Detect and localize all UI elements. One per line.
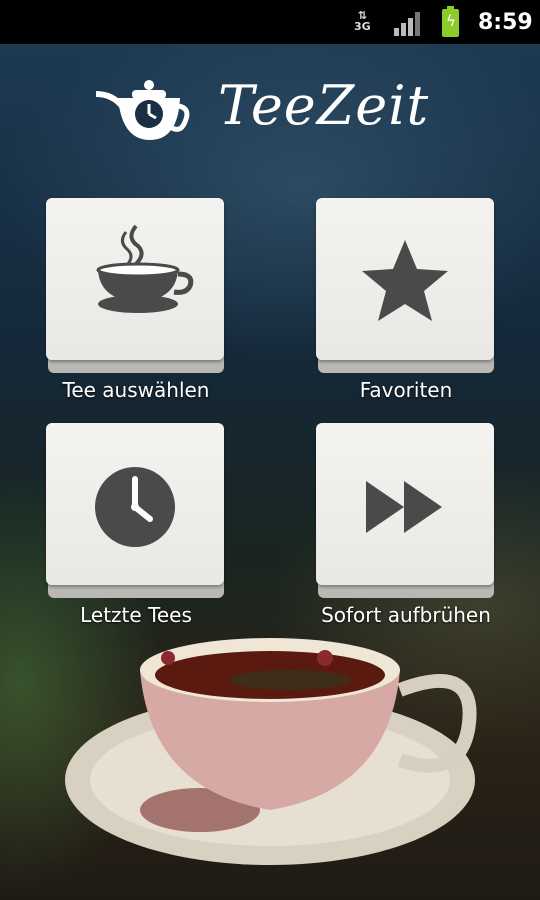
fast-forward-icon [366, 481, 442, 533]
recent-teas-button[interactable]: Letzte Tees [46, 423, 226, 627]
network-type: 3G [354, 20, 371, 33]
status-bar: ⇅ 3G ϟ 8:59 [0, 0, 540, 44]
clock-icon [95, 467, 175, 547]
status-time: 8:59 [478, 10, 533, 35]
teacup-icon [96, 224, 194, 313]
charging-icon: ϟ [446, 12, 456, 30]
select-tea-button[interactable]: Tee auswählen [46, 198, 226, 402]
favorites-label: Favoriten [359, 378, 453, 402]
star-icon [362, 240, 448, 321]
teapot-logo-icon [95, 80, 190, 140]
select-tea-label: Tee auswählen [62, 378, 210, 402]
teacup-photo [65, 638, 477, 865]
network-indicator: ⇅ 3G [354, 10, 371, 32]
recent-teas-label: Letzte Tees [80, 603, 192, 627]
brew-now-button[interactable]: Sofort aufbrühen [316, 423, 496, 627]
favorites-button[interactable]: Favoriten [316, 198, 496, 402]
signal-icon [394, 12, 424, 36]
battery-icon: ϟ [442, 6, 459, 37]
brew-now-label: Sofort aufbrühen [321, 603, 491, 627]
app-title: TeeZeit [218, 74, 430, 137]
